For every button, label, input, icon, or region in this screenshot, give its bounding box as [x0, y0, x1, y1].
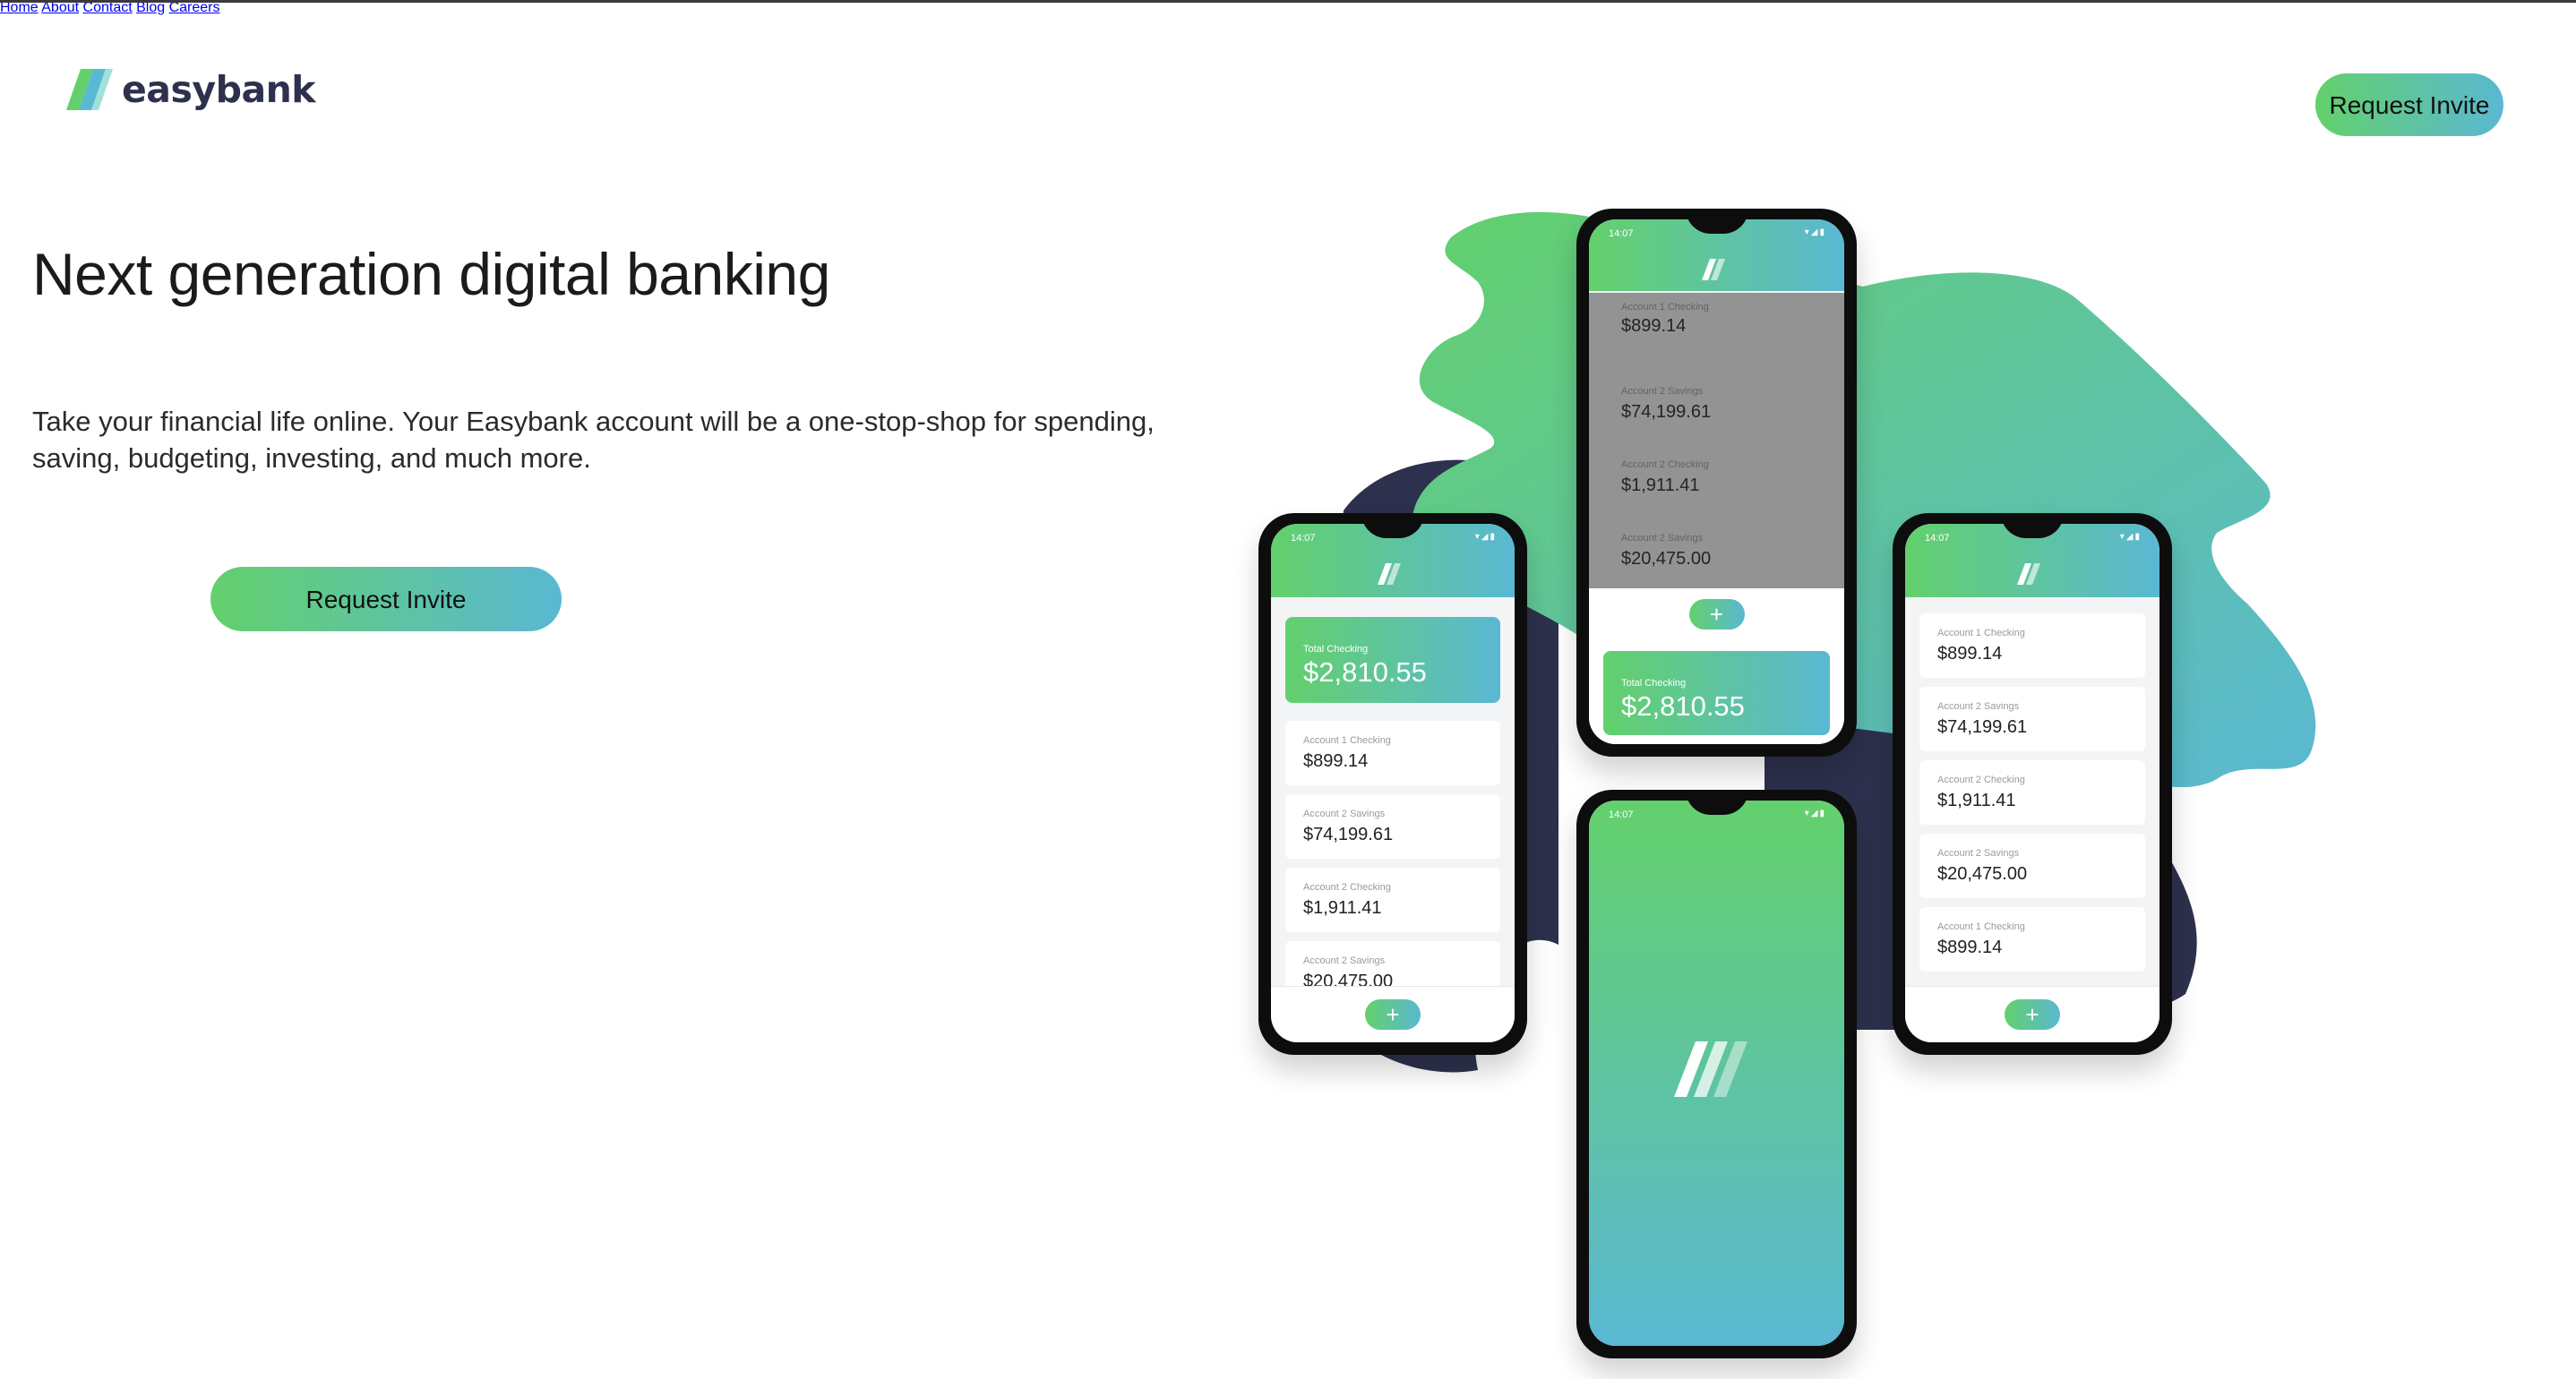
account-amount: $74,199.61 — [1303, 825, 1394, 844]
phone-mockup-right: 14:07 ▾◢▮ Account 1 Checking $899.14 Acc… — [1893, 513, 2172, 1055]
total-label: Total Checking — [1303, 644, 1369, 655]
status-time: 14:07 — [1291, 533, 1316, 544]
total-amount: $2,810.55 — [1303, 656, 1427, 688]
account-amount: $899.14 — [1937, 938, 2003, 957]
account-card: Account 1 Checking $899.14 — [1919, 613, 2145, 678]
top-border — [0, 0, 2576, 3]
account-card: Account 2 Checking $1,911.41 — [1285, 868, 1500, 932]
total-label: Total Checking — [1621, 678, 1687, 689]
phone-screen: 14:07 ▾◢▮ Account 1 Checking $899.14 Acc… — [1589, 219, 1844, 744]
account-label: Account 1 Checking — [1303, 735, 1391, 746]
account-card: Account 1 Checking $899.14 — [1919, 907, 2145, 972]
account-card: Account 2 Savings $74,199.61 — [1285, 794, 1500, 859]
app-logo-icon — [1701, 259, 1725, 280]
account-amount: $20,475.00 — [1937, 864, 2028, 884]
status-icons: ▾◢▮ — [2119, 532, 2142, 542]
phone-mockup-bottom: 14:07 ▾◢▮ — [1576, 790, 1857, 1358]
brand-logo[interactable]: easybank — [66, 68, 316, 111]
hero-title: Next generation digital banking — [32, 241, 830, 307]
status-time: 14:07 — [1925, 533, 1950, 544]
hero-request-invite-button[interactable]: Request Invite — [210, 567, 562, 631]
account-label: Account 2 Savings — [1937, 848, 2020, 859]
status-icons: ▾◢▮ — [1804, 227, 1826, 237]
hero-description: Take your financial life online. Your Ea… — [32, 406, 1155, 474]
account-label: Account 1 Checking — [1937, 921, 2025, 932]
phone-mockup-left: 14:07 ▾◢▮ Total Checking $2,810.55 Accou… — [1258, 513, 1527, 1055]
total-amount: $2,810.55 — [1621, 690, 1745, 722]
account-label: Account 1 Checking — [1937, 628, 2025, 638]
easybank-slash-icon — [66, 69, 113, 110]
splash-logo-icon — [1673, 1041, 1747, 1097]
account-amount: $1,911.41 — [1937, 791, 2016, 810]
nav-request-invite-button[interactable]: Request Invite — [2315, 73, 2503, 136]
account-label: Account 2 Checking — [1303, 882, 1391, 893]
add-button: + — [2005, 999, 2060, 1030]
account-label: Account 2 Savings — [1303, 809, 1386, 819]
app-logo-icon — [1378, 563, 1401, 585]
add-button: + — [1688, 599, 1745, 630]
account-card: Account 2 Savings $74,199.61 — [1919, 687, 2145, 751]
account-label: Account 2 Checking — [1937, 775, 2025, 785]
phone-screen: 14:07 ▾◢▮ Account 1 Checking $899.14 Acc… — [1905, 524, 2160, 1042]
phone-screen: 14:07 ▾◢▮ — [1589, 801, 1844, 1346]
app-footer: + — [1905, 986, 2160, 1042]
status-icons: ▾◢▮ — [1804, 809, 1826, 818]
account-label: Account 2 Savings — [1303, 955, 1386, 966]
phone-screen: 14:07 ▾◢▮ Total Checking $2,810.55 Accou… — [1271, 524, 1515, 1042]
splash-screen — [1589, 801, 1844, 1346]
scrim-overlay — [1589, 293, 1844, 588]
status-time: 14:07 — [1609, 809, 1634, 820]
account-amount: $1,911.41 — [1303, 898, 1382, 918]
total-checking-card: Total Checking $2,810.55 — [1285, 617, 1500, 703]
phone-mockup-top: 14:07 ▾◢▮ Account 1 Checking $899.14 Acc… — [1576, 209, 1857, 757]
account-label: Account 2 Savings — [1937, 701, 2020, 712]
account-amount: $899.14 — [1937, 644, 2003, 664]
hero-illustration: 14:07 ▾◢▮ Total Checking $2,810.55 Accou… — [1236, 201, 2347, 1379]
account-card: Account 2 Checking $1,911.41 — [1919, 760, 2145, 825]
status-icons: ▾◢▮ — [1474, 532, 1497, 542]
total-checking-card: Total Checking $2,810.55 — [1603, 651, 1830, 735]
add-button: + — [1365, 999, 1421, 1030]
status-time: 14:07 — [1609, 228, 1634, 239]
account-amount: $74,199.61 — [1937, 717, 2028, 737]
brand-name: easybank — [122, 68, 316, 111]
account-card: Account 1 Checking $899.14 — [1285, 721, 1500, 785]
account-card: Account 2 Savings $20,475.00 — [1919, 834, 2145, 898]
bottom-sheet: + Total Checking $2,810.55 — [1589, 588, 1844, 744]
app-footer: + — [1271, 986, 1515, 1042]
app-logo-icon — [2017, 563, 2040, 585]
account-amount: $899.14 — [1303, 751, 1369, 771]
